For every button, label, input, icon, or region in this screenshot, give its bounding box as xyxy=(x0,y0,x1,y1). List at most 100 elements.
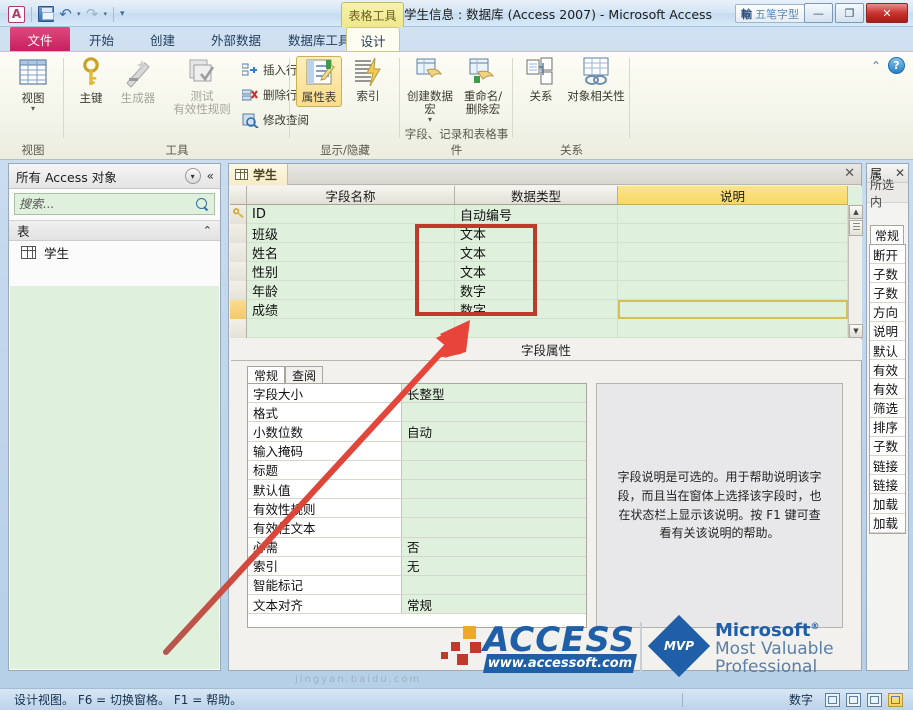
cell-field-name[interactable] xyxy=(247,319,455,338)
primary-key-button[interactable]: 主键 xyxy=(70,56,112,105)
property-value[interactable]: 自动 xyxy=(402,422,586,441)
close-button[interactable]: ✕ xyxy=(866,3,908,23)
rename-delete-macro-button[interactable]: 重命名/ 删除宏 xyxy=(458,56,508,116)
nav-item-student-table[interactable]: 学生 xyxy=(9,241,220,263)
table-row[interactable]: 年龄 数字 xyxy=(230,281,848,300)
builder-button[interactable]: 生成器 xyxy=(114,56,162,105)
property-sheet-button[interactable]: 属性表 xyxy=(296,56,342,108)
table-row-empty[interactable] xyxy=(230,319,848,338)
property-sheet-row[interactable]: 子数 xyxy=(870,264,905,284)
property-sheet-row[interactable]: 断开 xyxy=(870,245,905,265)
cell-description-focused[interactable] xyxy=(618,300,848,319)
property-sheet-row[interactable]: 加载 xyxy=(870,494,905,514)
document-tab-student[interactable]: 学生 xyxy=(229,164,289,185)
property-row[interactable]: 文本对齐 常规 xyxy=(248,595,586,615)
create-data-macro-caret-icon[interactable]: ▾ xyxy=(428,115,432,124)
tab-home[interactable]: 开始 xyxy=(78,27,125,52)
cell-field-name[interactable]: 性别 xyxy=(247,262,455,281)
property-row[interactable]: 有效性文本 xyxy=(248,518,586,538)
column-header-description[interactable]: 说明 xyxy=(618,186,848,205)
property-row[interactable]: 默认值 xyxy=(248,479,586,500)
cell-description[interactable] xyxy=(618,319,848,338)
pivotchart-view-icon[interactable] xyxy=(867,692,882,707)
table-row-current[interactable]: 成绩 数字 xyxy=(230,300,848,319)
property-row[interactable]: 输入掩码 xyxy=(248,441,586,461)
property-row[interactable]: 字段大小 长整型 xyxy=(248,384,586,404)
property-value[interactable] xyxy=(402,441,586,460)
property-value[interactable] xyxy=(402,479,586,499)
maximize-button[interactable]: ❐ xyxy=(835,3,864,23)
chevron-up-icon[interactable]: ⌃ xyxy=(203,224,212,237)
tab-create[interactable]: 创建 xyxy=(139,27,186,52)
minimize-button[interactable]: — xyxy=(804,3,833,23)
cell-data-type[interactable]: 文本 xyxy=(455,224,618,243)
scroll-down-button[interactable]: ▼ xyxy=(849,324,863,338)
property-row[interactable]: 标题 xyxy=(248,460,586,480)
property-value[interactable]: 长整型 xyxy=(402,384,586,403)
property-sheet-row[interactable]: 链接 xyxy=(870,475,905,495)
cell-data-type[interactable] xyxy=(455,319,618,338)
property-row[interactable]: 索引 无 xyxy=(248,556,586,576)
object-dependencies-button[interactable]: 对象相关性 xyxy=(565,56,627,103)
property-sheet-row[interactable]: 默认 xyxy=(870,341,905,361)
property-row[interactable]: 格式 xyxy=(248,403,586,423)
property-value[interactable]: 常规 xyxy=(402,595,586,614)
property-value[interactable] xyxy=(402,518,586,537)
close-document-icon[interactable]: ✕ xyxy=(844,167,855,181)
property-value[interactable] xyxy=(402,499,586,518)
tab-lookup[interactable]: 查阅 xyxy=(285,366,324,384)
property-sheet-row[interactable]: 有效 xyxy=(870,360,905,380)
cell-description[interactable] xyxy=(618,205,848,224)
create-data-macro-button[interactable]: 创建数据宏 ▾ xyxy=(402,56,458,124)
cell-field-name[interactable]: ID xyxy=(247,205,455,224)
search-icon[interactable] xyxy=(195,197,210,212)
table-row[interactable]: 班级 文本 xyxy=(230,224,848,243)
property-value[interactable] xyxy=(402,403,586,422)
property-value[interactable]: 无 xyxy=(402,556,586,575)
cell-field-name[interactable]: 班级 xyxy=(247,224,455,243)
tab-general[interactable]: 常规 xyxy=(247,366,286,384)
nav-pane-dropdown-icon[interactable]: ▾ xyxy=(184,168,201,184)
property-sheet-row[interactable]: 子数 xyxy=(870,437,905,457)
test-validation-rules-button[interactable]: 测试 有效性规则 xyxy=(164,56,240,116)
tab-file[interactable]: 文件 xyxy=(10,27,70,52)
cell-field-name[interactable]: 成绩 xyxy=(247,300,455,319)
property-sheet-row[interactable]: 筛选 xyxy=(870,399,905,418)
property-row[interactable]: 智能标记 xyxy=(248,575,586,596)
cell-description[interactable] xyxy=(618,243,848,262)
column-header-data-type[interactable]: 数据类型 xyxy=(455,186,618,205)
property-sheet-row[interactable]: 链接 xyxy=(870,456,905,476)
property-value[interactable] xyxy=(402,460,586,479)
pivottable-view-icon[interactable] xyxy=(846,692,861,707)
cell-description[interactable] xyxy=(618,281,848,300)
cell-field-name[interactable]: 年龄 xyxy=(247,281,455,300)
indexes-button[interactable]: 索引 xyxy=(346,56,390,103)
table-row[interactable]: 姓名 文本 xyxy=(230,243,848,262)
property-sheet-row[interactable]: 方向 xyxy=(870,303,905,322)
design-view-icon[interactable] xyxy=(888,692,903,707)
property-sheet-row[interactable]: 排序 xyxy=(870,418,905,437)
row-selector[interactable] xyxy=(230,224,247,243)
collapse-ribbon-icon[interactable]: ⌃ xyxy=(871,59,881,73)
property-value[interactable] xyxy=(402,575,586,595)
property-row[interactable]: 有效性规则 xyxy=(248,499,586,519)
view-dropdown-caret-icon[interactable]: ▾ xyxy=(31,104,35,113)
row-selector[interactable] xyxy=(230,319,247,338)
scrollbar-thumb[interactable] xyxy=(849,220,863,236)
redo-icon[interactable]: ↷ xyxy=(85,6,100,22)
property-sheet-row[interactable]: 加载 xyxy=(870,514,905,533)
undo-dropdown-caret-icon[interactable]: ▾ xyxy=(77,10,81,18)
search-input[interactable] xyxy=(19,197,195,211)
cell-data-type[interactable]: 文本 xyxy=(455,243,618,262)
property-sheet-tab-general[interactable]: 常规 xyxy=(870,225,904,244)
cell-description[interactable] xyxy=(618,224,848,243)
table-row[interactable]: ID 自动编号 xyxy=(230,205,848,224)
undo-icon[interactable]: ↶ xyxy=(58,6,73,22)
cell-data-type[interactable]: 文本 xyxy=(455,262,618,281)
property-sheet-row[interactable]: 说明 xyxy=(870,322,905,341)
tab-external-data[interactable]: 外部数据 xyxy=(200,27,272,52)
property-row[interactable]: 小数位数 自动 xyxy=(248,422,586,442)
cell-data-type[interactable]: 数字 xyxy=(455,300,618,319)
nav-pane-collapse-icon[interactable]: « xyxy=(205,169,216,183)
cell-field-name[interactable]: 姓名 xyxy=(247,243,455,262)
